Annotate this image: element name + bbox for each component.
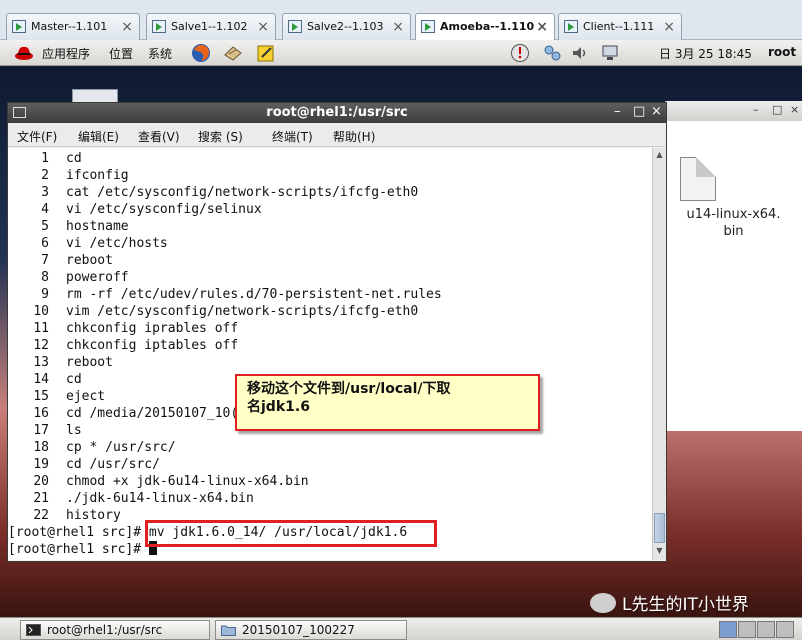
callout-line: 名jdk1.6: [247, 399, 310, 415]
callout-line: 移动这个文件到/usr/local/下取: [247, 381, 451, 397]
workspace-1[interactable]: [719, 621, 737, 638]
vm-icon: [421, 20, 435, 33]
vm-tab-label: Client--1.111: [583, 20, 655, 33]
vm-icon: [12, 20, 26, 33]
bottom-taskbar: root@rhel1:/usr/src 20150107_100227: [0, 617, 802, 640]
display-icon[interactable]: [600, 43, 620, 63]
workspace-3[interactable]: [757, 621, 775, 638]
close-icon[interactable]: ×: [536, 14, 548, 40]
terminal-icon: [26, 624, 41, 636]
close-icon[interactable]: ×: [790, 103, 799, 116]
menu-system[interactable]: 系统: [148, 45, 172, 62]
minimize-icon[interactable]: –: [614, 104, 621, 119]
scroll-thumb[interactable]: [654, 513, 665, 543]
close-icon[interactable]: ×: [392, 14, 404, 40]
workspace-2[interactable]: [738, 621, 756, 638]
scroll-up-icon[interactable]: ▲: [654, 150, 665, 162]
taskbar-item-label: root@rhel1:/usr/src: [47, 623, 163, 637]
maximize-icon[interactable]: □: [772, 103, 782, 116]
menu-file[interactable]: 文件(F): [17, 128, 57, 145]
maximize-icon[interactable]: □: [633, 104, 645, 119]
firefox-icon[interactable]: [191, 43, 211, 63]
vm-tab-client[interactable]: Client--1.111 ×: [558, 13, 682, 40]
minimize-icon[interactable]: –: [753, 103, 759, 116]
vm-tab-label: Salve2--1.103: [307, 20, 384, 33]
terminal-titlebar[interactable]: root@rhel1:/usr/src – □ ×: [8, 103, 666, 123]
file-icon[interactable]: [680, 157, 716, 201]
vm-tab-label: Amoeba--1.110: [440, 20, 535, 33]
notes-icon[interactable]: [256, 43, 276, 63]
taskbar-terminal-item[interactable]: root@rhel1:/usr/src: [20, 620, 210, 640]
vm-icon: [288, 20, 302, 33]
file-label[interactable]: u14-linux-x64. bin: [665, 206, 802, 240]
file-browser-window: – □ ×: [665, 101, 802, 431]
command-highlight-box: [145, 520, 437, 547]
menu-help[interactable]: 帮助(H): [333, 128, 375, 145]
menu-applications[interactable]: 应用程序: [42, 45, 90, 62]
taskbar-item-label: 20150107_100227: [242, 623, 355, 637]
shell-prompt: [root@rhel1 src]#: [8, 525, 142, 540]
folder-icon: [221, 625, 236, 636]
vm-tab-master[interactable]: Master--1.101 ×: [6, 13, 140, 40]
vm-tab-salve1[interactable]: Salve1--1.102 ×: [146, 13, 276, 40]
network-icon[interactable]: [543, 43, 563, 63]
vm-tab-label: Salve1--1.102: [171, 20, 248, 33]
update-icon[interactable]: [510, 43, 530, 63]
terminal-scrollbar[interactable]: ▲ ▼: [652, 148, 666, 560]
vm-tab-salve2[interactable]: Salve2--1.103 ×: [282, 13, 411, 40]
terminal-window: root@rhel1:/usr/src – □ × 文件(F) 编辑(E) 查看…: [7, 102, 667, 562]
watermark-text: L先生的IT小世界: [622, 595, 749, 615]
menu-places[interactable]: 位置: [109, 45, 133, 62]
vm-tab-label: Master--1.101: [31, 20, 108, 33]
menu-terminal[interactable]: 终端(T): [272, 128, 313, 145]
vm-tab-bar: Master--1.101 × Salve1--1.102 × Salve2--…: [0, 0, 802, 41]
menu-edit[interactable]: 编辑(E): [78, 128, 119, 145]
vm-tab-amoeba[interactable]: Amoeba--1.110 ×: [415, 13, 555, 41]
taskbar-folder-item[interactable]: 20150107_100227: [215, 620, 407, 640]
vm-icon: [564, 20, 578, 33]
wechat-logo-icon: [590, 593, 616, 613]
mail-icon[interactable]: [223, 43, 243, 63]
desktop-computer-icon[interactable]: [72, 89, 118, 103]
close-icon[interactable]: ×: [663, 14, 675, 40]
close-icon[interactable]: ×: [257, 14, 269, 40]
watermark: L先生的IT小世界: [590, 590, 749, 615]
terminal-output[interactable]: 1 cd 2 ifconfig 3 cat /etc/sysconfig/networ…: [8, 148, 652, 560]
file-browser-titlebar: – □ ×: [666, 101, 802, 121]
menu-view[interactable]: 查看(V): [138, 128, 180, 145]
shell-prompt: [root@rhel1 src]#: [8, 542, 142, 557]
command-line: [root@rhel1 src]#: [8, 541, 157, 558]
volume-icon[interactable]: [570, 43, 590, 63]
close-icon[interactable]: ×: [651, 104, 662, 119]
annotation-callout: 移动这个文件到/usr/local/下取 名jdk1.6: [235, 374, 540, 431]
scroll-down-icon[interactable]: ▼: [654, 546, 665, 558]
workspace-4[interactable]: [776, 621, 794, 638]
user-menu[interactable]: root: [768, 45, 796, 59]
terminal-title: root@rhel1:/usr/src: [266, 105, 408, 120]
close-icon[interactable]: ×: [121, 14, 133, 40]
top-panel: 应用程序 位置 系统 日 3月 25 18:45 root: [0, 40, 802, 66]
vm-icon: [152, 20, 166, 33]
terminal-menubar: 文件(F) 编辑(E) 查看(V) 搜索 (S) 终端(T) 帮助(H): [8, 123, 666, 147]
menu-search[interactable]: 搜索 (S): [198, 128, 243, 145]
clock[interactable]: 日 3月 25 18:45: [659, 45, 752, 62]
redhat-logo-icon: [15, 46, 33, 60]
workspace-switcher[interactable]: [718, 621, 798, 638]
